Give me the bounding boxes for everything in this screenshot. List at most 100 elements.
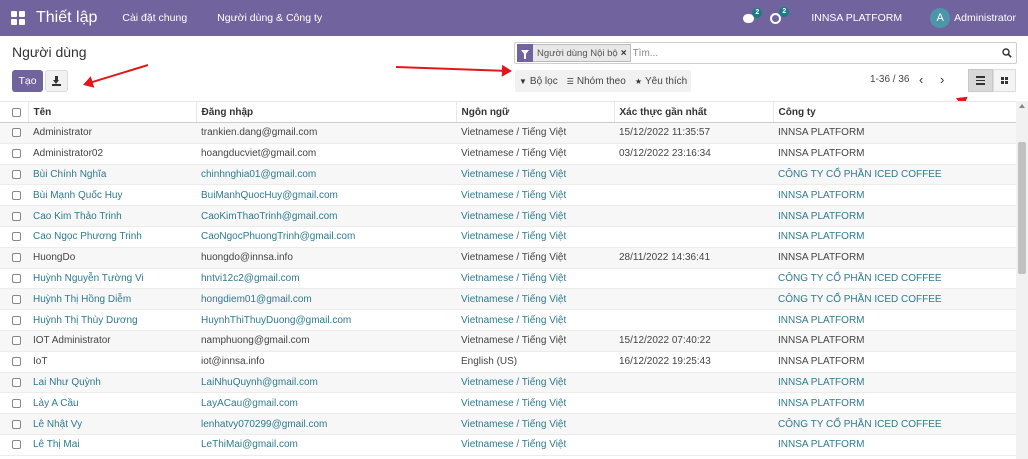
table-row[interactable]: Lê Thị Mai LeThiMai@gmail.com Vietnamese /… [0, 434, 1016, 456]
row-select-cell [0, 330, 28, 352]
cell-name: Huỳnh Thị Hồng Diễm [28, 288, 196, 311]
kanban-view-icon[interactable] [993, 69, 1016, 92]
select-all-checkbox[interactable] [12, 107, 21, 117]
cell-language: Vietnamese / Tiếng Việt [456, 143, 614, 165]
row-checkbox[interactable] [12, 440, 21, 450]
cell-name: Cao Ngọc Phương Trinh [28, 226, 196, 248]
row-select-cell [0, 434, 28, 456]
table-row[interactable]: HuongDo huongdo@innsa.info Vietnamese / Ti… [0, 247, 1016, 269]
app-brand[interactable]: Thiết lập [36, 9, 97, 27]
avatar[interactable]: A [930, 8, 951, 28]
table-row[interactable]: Huỳnh Thị Hồng Diễm hongdiem01@gmail.com V… [0, 288, 1016, 311]
cell-language: Vietnamese / Tiếng Việt [456, 288, 614, 311]
pager-next-icon[interactable]: › [940, 72, 944, 87]
star-icon: ★ [634, 76, 642, 86]
activity-count-badge: 2 [779, 6, 790, 17]
filters-dropdown[interactable]: ▼ Bộ lọc [519, 76, 558, 87]
groupby-dropdown[interactable]: ☰ Nhóm theo [567, 76, 626, 87]
cell-name: Lê Thị Mai [28, 434, 196, 456]
row-checkbox[interactable] [12, 294, 21, 304]
table-row[interactable]: Lê Nhật Vy lenhatvy070299@gmail.com Vietna… [0, 413, 1016, 435]
row-checkbox[interactable] [12, 273, 21, 283]
row-checkbox[interactable] [12, 377, 21, 387]
cell-company: INNSA PLATFORM [773, 372, 1016, 394]
favorites-label: Yêu thích [644, 75, 688, 87]
table-row[interactable]: IOT Administrator namphuong@gmail.com Viet… [0, 330, 1016, 352]
column-header-login[interactable]: Đăng nhập [196, 101, 457, 123]
row-select-cell [0, 164, 28, 186]
row-checkbox[interactable] [12, 190, 21, 200]
cell-language: Vietnamese / Tiếng Việt [456, 392, 614, 415]
table-row[interactable]: Huỳnh Nguyễn Tường Vi hntvi12c2@gmail.com… [0, 268, 1016, 290]
row-checkbox[interactable] [12, 357, 21, 367]
table-row[interactable]: Cao Kim Thảo Trinh CaoKimThaoTrinh@gmail.… [0, 205, 1016, 227]
chat-icon[interactable]: 2 [743, 7, 763, 23]
cell-name: HuongDo [28, 247, 196, 269]
filter-icon: ▼ [519, 76, 527, 86]
groupby-label: Nhóm theo [576, 75, 626, 87]
company-switcher[interactable]: INNSA PLATFORM [811, 12, 902, 24]
cell-language: Vietnamese / Tiếng Việt [456, 122, 614, 144]
row-checkbox[interactable] [12, 128, 21, 138]
table-row[interactable]: Administrator02 hoangducviet@gmail.com Vie… [0, 143, 1016, 165]
row-checkbox[interactable] [12, 169, 21, 179]
row-select-cell [0, 309, 28, 331]
export-button[interactable] [45, 70, 68, 92]
menu-general-settings[interactable]: Cài đặt chung [122, 12, 187, 24]
apps-grid-icon[interactable] [11, 11, 25, 25]
pager-value[interactable]: 1-36 / 36 [870, 74, 909, 85]
scroll-thumb[interactable] [1018, 142, 1026, 274]
activity-clock-icon[interactable]: 2 [770, 6, 790, 24]
table-row[interactable]: Bùi Mạnh Quốc Huy BuiManhQuocHuy@gmail.co… [0, 184, 1016, 207]
cell-name: Bùi Mạnh Quốc Huy [28, 184, 196, 207]
cell-login: trankien.dang@gmail.com [196, 122, 456, 144]
row-checkbox[interactable] [12, 149, 21, 159]
row-checkbox[interactable] [12, 253, 21, 263]
row-checkbox[interactable] [12, 419, 21, 429]
user-menu[interactable]: Administrator [954, 12, 1016, 24]
row-checkbox[interactable] [12, 232, 21, 242]
search-input[interactable] [632, 44, 973, 62]
cell-login: LaiNhuQuynh@gmail.com [196, 372, 456, 394]
cell-last-auth [614, 164, 773, 186]
users-table: Tên Đăng nhập Ngôn ngữ Xác thực gần nhất… [0, 101, 1017, 456]
column-header-language[interactable]: Ngôn ngữ [456, 101, 615, 123]
cell-company: INNSA PLATFORM [773, 143, 1016, 165]
cell-name: Administrator [28, 122, 196, 144]
table-row[interactable]: IoT iot@innsa.info English (US) 16/12/2022 … [0, 351, 1016, 373]
list-view-icon[interactable] [968, 69, 993, 92]
favorites-dropdown[interactable]: ★ Yêu thích [635, 76, 687, 87]
search-icon[interactable] [1002, 48, 1012, 58]
vertical-scrollbar[interactable] [1016, 101, 1028, 459]
cell-login: lenhatvy070299@gmail.com [196, 413, 456, 435]
cell-login: hoangducviet@gmail.com [196, 143, 456, 165]
pager-previous-icon[interactable]: ‹ [919, 72, 923, 87]
systray: 2 2 INNSA PLATFORM A Administrator [743, 0, 1016, 36]
row-checkbox[interactable] [12, 336, 21, 346]
scroll-up-icon[interactable] [1019, 104, 1025, 108]
cell-company: INNSA PLATFORM [773, 330, 1016, 352]
column-header-company[interactable]: Công ty [773, 101, 1017, 123]
cell-company: INNSA PLATFORM [773, 226, 1016, 248]
cell-login: chinhnghia01@gmail.com [196, 164, 456, 186]
row-checkbox[interactable] [12, 211, 21, 221]
bars-icon: ☰ [566, 76, 574, 86]
facet-remove-icon[interactable]: × [621, 48, 630, 59]
table-row[interactable]: Administrator trankien.dang@gmail.com Viet… [0, 122, 1016, 144]
row-select-cell [0, 413, 28, 435]
table-row[interactable]: Cao Ngọc Phương Trinh CaoNgocPhuongTrinh@… [0, 226, 1016, 248]
cell-language: Vietnamese / Tiếng Việt [456, 309, 614, 331]
table-row[interactable]: Lày A Cầu LayACau@gmail.com Vietnamese / T… [0, 392, 1016, 415]
column-header-last-auth[interactable]: Xác thực gần nhất [614, 101, 774, 123]
row-select-cell [0, 392, 28, 415]
menu-users-companies[interactable]: Người dùng & Công ty [217, 12, 322, 24]
row-checkbox[interactable] [12, 398, 21, 408]
row-select-cell [0, 247, 28, 269]
cell-language: Vietnamese / Tiếng Việt [456, 330, 614, 352]
table-row[interactable]: Bùi Chính Nghĩa chinhnghia01@gmail.com Vie… [0, 164, 1016, 186]
create-button[interactable]: Tạo [12, 70, 43, 92]
table-row[interactable]: Huỳnh Thị Thùy Dương HuynhThiThuyDuong@gm… [0, 309, 1016, 331]
row-checkbox[interactable] [12, 315, 21, 325]
table-row[interactable]: Lai Như Quỳnh LaiNhuQuynh@gmail.com Vietna… [0, 372, 1016, 394]
column-header-name[interactable]: Tên [28, 101, 197, 123]
